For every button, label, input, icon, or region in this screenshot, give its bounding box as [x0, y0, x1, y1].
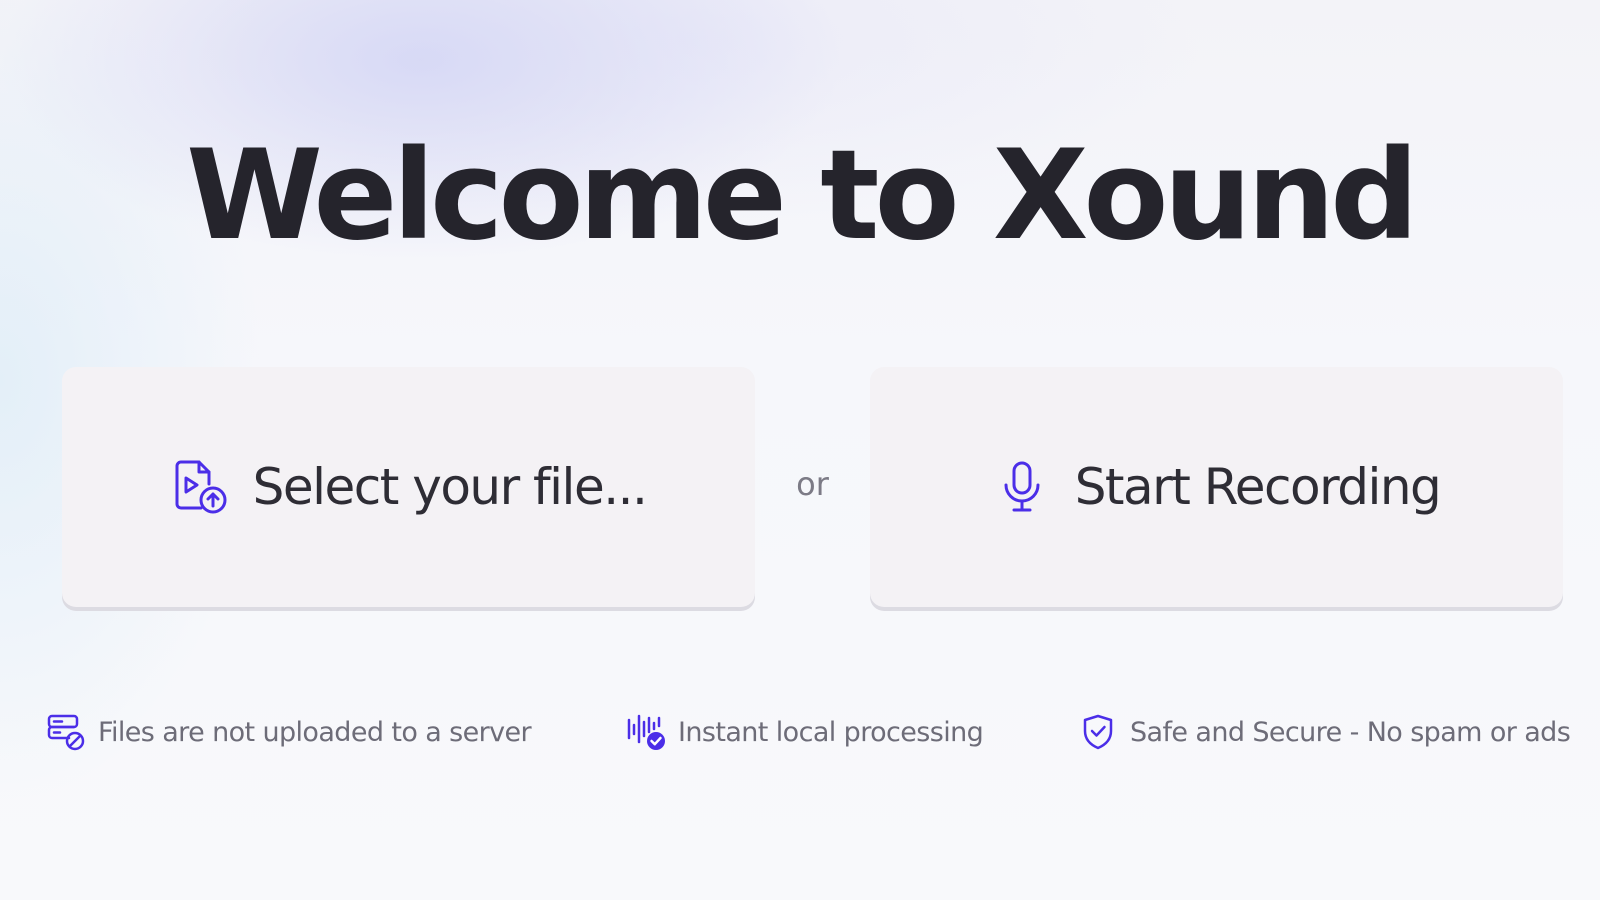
feature-item-safe-secure: Safe and Secure - No spam or ads	[1078, 712, 1571, 752]
server-off-icon	[46, 712, 86, 752]
feature-text: Safe and Secure - No spam or ads	[1130, 716, 1571, 748]
shield-check-icon	[1078, 712, 1118, 752]
start-recording-label: Start Recording	[1074, 458, 1442, 516]
feature-list: Files are not uploaded to a server Insta…	[0, 712, 1600, 758]
feature-item-no-upload: Files are not uploaded to a server	[46, 712, 532, 752]
select-file-label: Select your file...	[252, 458, 648, 516]
page-title: Welcome to Xound	[186, 124, 1419, 268]
or-separator: or	[796, 465, 829, 503]
microphone-icon	[993, 458, 1051, 516]
start-recording-button[interactable]: Start Recording	[870, 367, 1563, 607]
waveform-check-icon	[626, 712, 666, 752]
feature-text: Instant local processing	[678, 716, 984, 748]
welcome-page: Welcome to Xound Select your file... or …	[0, 0, 1600, 900]
feature-item-local-processing: Instant local processing	[626, 712, 984, 752]
select-file-button[interactable]: Select your file...	[62, 367, 755, 607]
feature-text: Files are not uploaded to a server	[98, 716, 532, 748]
file-video-upload-icon	[171, 458, 229, 516]
